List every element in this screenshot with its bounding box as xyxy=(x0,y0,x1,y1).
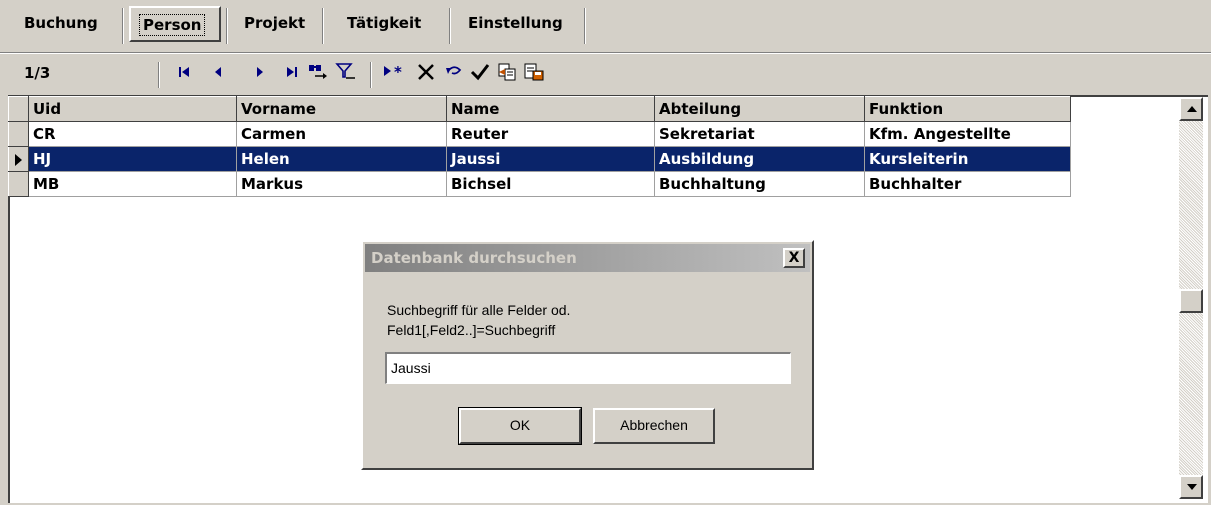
last-record-icon[interactable] xyxy=(280,62,304,86)
column-header-vorname[interactable]: Vorname xyxy=(236,96,447,122)
toolbar-separator xyxy=(158,62,160,88)
table-cell[interactable]: Markus xyxy=(236,171,447,197)
column-header-name[interactable]: Name xyxy=(446,96,655,122)
filter-icon[interactable] xyxy=(334,62,358,86)
table-cell[interactable]: Jaussi xyxy=(446,146,655,172)
grid-header-row: Uid Vorname Name Abteilung Funktion xyxy=(8,96,1071,122)
column-header-funktion[interactable]: Funktion xyxy=(864,96,1071,122)
cancel-button[interactable]: Abbrechen xyxy=(593,408,715,444)
tab-divider xyxy=(0,52,1211,54)
next-record-icon[interactable] xyxy=(248,62,272,86)
dialog-title-bar[interactable]: Datenbank durchsuchen xyxy=(365,244,810,272)
toolbar-separator xyxy=(370,62,372,88)
table-cell[interactable]: Kursleiterin xyxy=(864,146,1071,172)
vertical-scrollbar[interactable] xyxy=(1179,97,1203,499)
row-indicator-current[interactable] xyxy=(8,146,29,172)
table-cell[interactable]: Kfm. Angestellte xyxy=(864,121,1071,147)
table-row-selected[interactable]: HJ Helen Jaussi Ausbildung Kursleiterin xyxy=(8,146,1071,172)
table-cell[interactable]: Sekretariat xyxy=(654,121,865,147)
table-row[interactable]: MB Markus Bichsel Buchhaltung Buchhalter xyxy=(8,171,1071,197)
search-hint-line2: Feld1[,Feld2..]=Suchbegriff xyxy=(387,322,556,338)
table-row[interactable]: CR Carmen Reuter Sekretariat Kfm. Angest… xyxy=(8,121,1071,147)
search-input[interactable]: Jaussi xyxy=(385,352,791,384)
table-cell[interactable]: Buchhaltung xyxy=(654,171,865,197)
scroll-up-button[interactable] xyxy=(1179,97,1203,121)
save-checkmark-icon[interactable] xyxy=(468,62,492,86)
header-corner xyxy=(8,96,29,122)
table-cell[interactable]: Bichsel xyxy=(446,171,655,197)
table-cell[interactable]: Reuter xyxy=(446,121,655,147)
record-position: 1/3 xyxy=(24,64,51,82)
person-grid: Uid Vorname Name Abteilung Funktion CR C… xyxy=(8,96,1071,197)
table-cell[interactable]: CR xyxy=(28,121,237,147)
arrow-down-icon xyxy=(1187,484,1197,490)
tab-separator xyxy=(584,8,586,44)
tab-buchung[interactable]: Buchung xyxy=(14,6,108,42)
tab-einstellung[interactable]: Einstellung xyxy=(458,6,573,42)
search-hint-line1: Suchbegriff für alle Felder od. xyxy=(387,302,571,318)
column-header-abteilung[interactable]: Abteilung xyxy=(654,96,865,122)
delete-icon[interactable] xyxy=(414,62,438,86)
table-cell[interactable]: Helen xyxy=(236,146,447,172)
tab-separator xyxy=(322,8,324,44)
table-cell[interactable]: MB xyxy=(28,171,237,197)
tab-taetigkeit[interactable]: Tätigkeit xyxy=(337,6,431,42)
navigation-toolbar: 1/3 * xyxy=(0,56,1211,94)
search-icon[interactable] xyxy=(306,62,330,86)
tab-separator xyxy=(122,8,124,44)
current-row-arrow-icon xyxy=(15,153,22,166)
tab-bar: Buchung Person Projekt Tätigkeit Einstel… xyxy=(0,0,1211,52)
tab-person-label: Person xyxy=(138,14,206,36)
export-icon[interactable] xyxy=(522,62,546,86)
ok-button[interactable]: OK xyxy=(458,407,582,445)
copy-icon[interactable] xyxy=(496,62,520,86)
first-record-icon[interactable] xyxy=(172,62,196,86)
prev-record-icon[interactable] xyxy=(206,62,230,86)
search-dialog: Datenbank durchsuchen X Suchbegriff für … xyxy=(361,240,814,470)
table-cell[interactable]: Ausbildung xyxy=(654,146,865,172)
scrollbar-thumb[interactable] xyxy=(1179,289,1203,313)
table-cell[interactable]: Buchhalter xyxy=(864,171,1071,197)
tab-person[interactable]: Person xyxy=(129,6,221,42)
table-cell[interactable]: Carmen xyxy=(236,121,447,147)
tab-separator xyxy=(449,8,451,44)
column-header-uid[interactable]: Uid xyxy=(28,96,237,122)
undo-icon[interactable] xyxy=(442,62,466,86)
tab-separator xyxy=(226,8,228,44)
arrow-up-icon xyxy=(1187,106,1197,112)
dialog-title: Datenbank durchsuchen xyxy=(371,249,577,267)
row-indicator[interactable] xyxy=(8,121,29,147)
svg-text:*: * xyxy=(394,63,402,80)
new-record-icon[interactable]: * xyxy=(380,62,410,86)
scroll-down-button[interactable] xyxy=(1179,475,1203,499)
tab-projekt[interactable]: Projekt xyxy=(234,6,315,42)
table-cell[interactable]: HJ xyxy=(28,146,237,172)
row-indicator[interactable] xyxy=(8,171,29,197)
close-icon[interactable]: X xyxy=(783,248,805,268)
